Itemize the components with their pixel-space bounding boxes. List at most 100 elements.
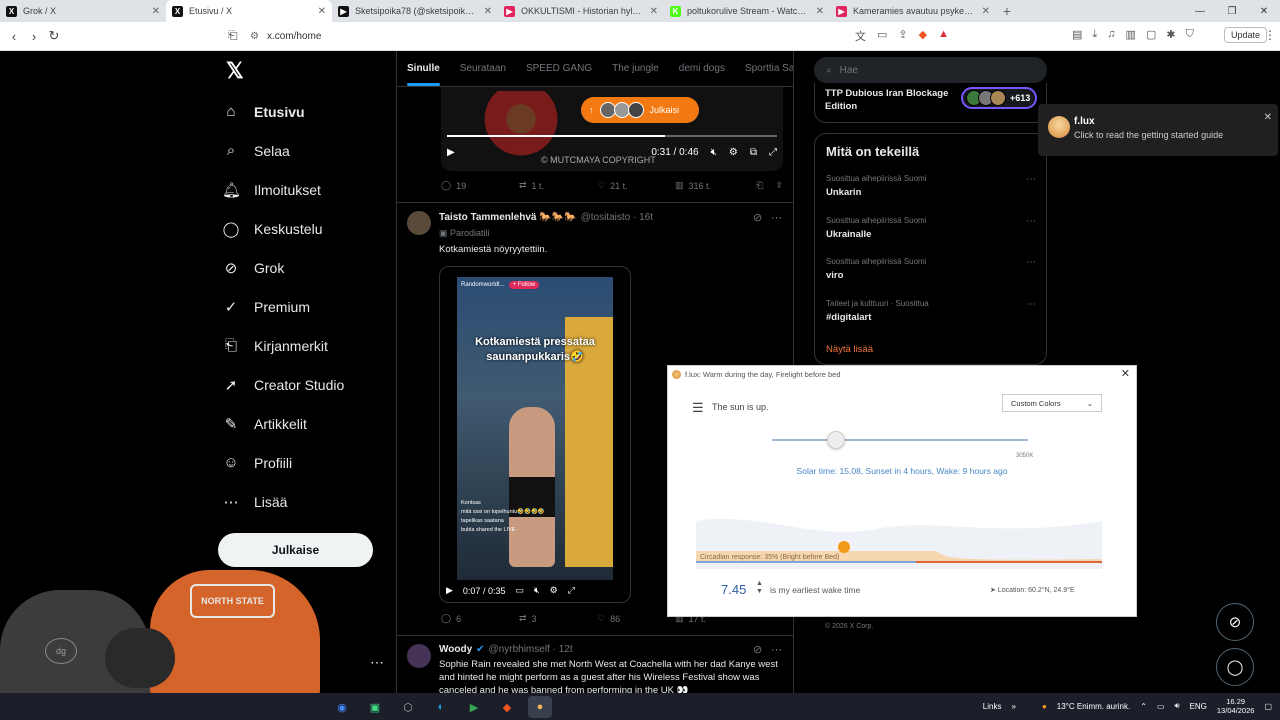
tabs-icon[interactable]: ▢ xyxy=(1146,28,1156,41)
new-tab-button[interactable]: + xyxy=(996,0,1018,22)
sidebar-item-articles[interactable]: ✎ Artikkelit xyxy=(222,404,344,443)
views-button[interactable]: ▥ 316 t. xyxy=(675,180,753,191)
close-window-button[interactable]: ✕ xyxy=(1248,0,1280,22)
show-more-link[interactable]: Näytä lisää xyxy=(826,344,873,355)
sidebar-item-more[interactable]: ⋯ Lisää xyxy=(222,482,344,521)
grok-icon[interactable]: ⊘ xyxy=(753,643,762,656)
brave-icon[interactable]: ◆ xyxy=(495,696,519,718)
close-tab-icon[interactable]: ✕ xyxy=(650,6,658,17)
browser-tab[interactable]: ▶ Sketsipoika78 (@sketsipoika78) | TikT ✕ xyxy=(332,0,498,22)
app-green-icon[interactable]: ▣ xyxy=(363,696,387,718)
browser-menu-icon[interactable]: ⋮ xyxy=(1264,28,1276,42)
sidebar-item-profile[interactable]: ☺ Profiili xyxy=(222,443,344,482)
minimize-button[interactable]: — xyxy=(1184,0,1216,22)
fullscreen-icon[interactable]: ⤢ xyxy=(769,147,777,158)
browser-tab[interactable]: ▶ Kameramies avautuu psykedeelisistä ✕ xyxy=(830,0,996,22)
repost-button[interactable]: ⇄ 1 t. xyxy=(519,180,597,191)
reload-icon[interactable]: ↻ xyxy=(44,28,64,44)
links-toolbar[interactable]: Links xyxy=(983,702,1002,711)
messages-fab[interactable]: ◯ xyxy=(1216,648,1254,686)
new-posts-pill[interactable]: ↑ Julkaisi xyxy=(581,97,699,123)
media-icon[interactable]: ♫ xyxy=(1107,28,1115,41)
video-player[interactable]: Randomworldt... + Follow Kotkamiestä pre… xyxy=(439,266,631,603)
hamburger-icon[interactable]: ☰ xyxy=(692,400,704,416)
close-tab-icon[interactable]: ✕ xyxy=(318,6,326,17)
sidebar-item-chat[interactable]: ◯ Keskustelu xyxy=(222,209,344,248)
volume-icon[interactable]: 🔊︎ xyxy=(1175,701,1180,711)
browser-tab[interactable]: X Grok / X ✕ xyxy=(0,0,166,22)
like-button[interactable]: ♡ 86 xyxy=(597,613,675,624)
screenshot-icon[interactable]: ▭ xyxy=(877,28,887,44)
video-player[interactable]: ↑ Julkaisi © MUTCMAYA COPYRIGHT ▶ 0:31 /… xyxy=(441,87,783,171)
language-indicator[interactable]: ENG xyxy=(1190,702,1207,711)
tab-feed[interactable]: The jungle xyxy=(612,63,659,74)
brave-rewards-icon[interactable]: ▲ xyxy=(938,28,949,44)
share-icon[interactable]: ⇪ xyxy=(898,28,907,44)
like-button[interactable]: ♡ 21 t. xyxy=(597,180,675,191)
extensions-icon[interactable]: ✱ xyxy=(1166,28,1175,41)
edge-icon[interactable]: ◐ xyxy=(429,696,453,718)
trend-item[interactable]: Taiteet ja kulttuuri · Suosittua #digital… xyxy=(826,299,1036,323)
close-tab-icon[interactable]: ✕ xyxy=(816,6,824,17)
fullscreen-icon[interactable]: ⤢ xyxy=(568,585,575,596)
preset-select[interactable]: Custom Colors ⌄ xyxy=(1002,394,1102,412)
tab-feed[interactable]: Seurataan xyxy=(460,63,506,74)
site-settings-icon[interactable]: ⚙ xyxy=(250,31,259,42)
clock[interactable]: 16.29 13/04/2026 xyxy=(1217,697,1255,715)
tab-feed[interactable]: SPEED GANG xyxy=(526,63,592,74)
trend-item[interactable]: Suosittua aihepiirissä Suomi Ukrainalle ⋯ xyxy=(826,216,1036,240)
close-tab-icon[interactable]: ✕ xyxy=(484,6,492,17)
settings-icon[interactable]: ⚙ xyxy=(729,147,738,158)
location-button[interactable]: ➤ Location: 60.2°N, 24.9°E xyxy=(990,586,1075,594)
more-options-icon[interactable]: ⋯ xyxy=(1026,174,1036,185)
color-temp-slider[interactable] xyxy=(772,431,1028,449)
mute-icon[interactable]: 🔇︎ xyxy=(711,147,717,158)
app-grey-icon[interactable]: ⬡ xyxy=(396,696,420,718)
pip-icon[interactable]: ⧉ xyxy=(750,147,757,158)
translate-icon[interactable]: 文 xyxy=(855,28,866,44)
live-space-card[interactable]: TTP Dubious Iran Blockage Edition +613 xyxy=(814,83,1047,123)
trend-item[interactable]: Suosittua aihepiirissä Suomi viro ⋯ xyxy=(826,257,1036,281)
x-logo-icon[interactable]: 𝕏 xyxy=(226,58,244,84)
mute-icon[interactable]: 🔇︎ xyxy=(534,585,540,596)
trend-item[interactable]: Suosittua aihepiirissä Suomi Unkarin ⋯ xyxy=(826,174,1036,198)
tab-feed[interactable]: Sinulle xyxy=(407,63,440,86)
tray-overflow-icon[interactable]: ⌃ xyxy=(1140,702,1147,711)
tab-feed[interactable]: demi dogs xyxy=(679,63,725,74)
author-handle[interactable]: @tositaisto · 16t xyxy=(581,212,653,223)
play-icon[interactable]: ▶ xyxy=(446,585,453,596)
sidebar-item-bookmarks[interactable]: ⎗ Kirjanmerkit xyxy=(222,326,344,365)
update-button[interactable]: Update xyxy=(1224,27,1268,43)
play-icon[interactable]: ▶ xyxy=(447,147,455,158)
sidebar-icon[interactable]: ▥ xyxy=(1126,28,1136,41)
reply-button[interactable]: ◯ 6 xyxy=(441,613,519,624)
close-tab-icon[interactable]: ✕ xyxy=(152,6,160,17)
play-store-icon[interactable]: ▶ xyxy=(462,696,486,718)
sidebar-item-notifications[interactable]: 🔔︎ Ilmoitukset xyxy=(222,170,344,209)
wake-time-input[interactable]: 7.45 xyxy=(721,582,746,597)
avatar[interactable] xyxy=(407,211,431,235)
browser-tab[interactable]: ▶ OKKULTISMI - Historian hylätty totuu ✕ xyxy=(498,0,664,22)
sidebar-item-premium[interactable]: ✓ Premium xyxy=(222,287,344,326)
back-icon[interactable]: ‹ xyxy=(4,29,24,44)
settings-icon[interactable]: ⚙ xyxy=(550,585,558,596)
bookmark-icon[interactable]: ⎗ xyxy=(756,180,763,191)
search-input[interactable]: ⌕ Hae xyxy=(814,57,1047,83)
author-handle[interactable]: @nyrbhimself · 12t xyxy=(489,644,573,655)
browser-tab[interactable]: X Etusivu / X ✕ xyxy=(166,0,332,22)
bookmark-icon[interactable]: ⎗ xyxy=(228,28,238,43)
more-options-icon[interactable]: ⋯ xyxy=(771,211,782,224)
sidebar-item-grok[interactable]: ⊘ Grok xyxy=(222,248,344,287)
video-progress[interactable] xyxy=(447,135,777,137)
grok-icon[interactable]: ⊘ xyxy=(753,211,762,224)
restore-button[interactable]: ❐ xyxy=(1216,0,1248,22)
browser-tab[interactable]: Kpoltukorulive Stream - Watch Live o ✕ xyxy=(664,0,830,22)
chevron-right-icon[interactable]: » xyxy=(1011,702,1015,711)
sidebar-item-creator-studio[interactable]: ➚ Creator Studio xyxy=(222,365,345,404)
account-more-icon[interactable]: ⋯ xyxy=(370,654,384,671)
close-icon[interactable]: ✕ xyxy=(1264,112,1272,123)
author-name[interactable]: Woody xyxy=(439,644,472,655)
sidebar-item-home[interactable]: ⌂ Etusivu xyxy=(222,92,344,131)
close-icon[interactable]: ✕ xyxy=(1121,367,1130,380)
captions-icon[interactable]: ▭ xyxy=(515,585,524,596)
